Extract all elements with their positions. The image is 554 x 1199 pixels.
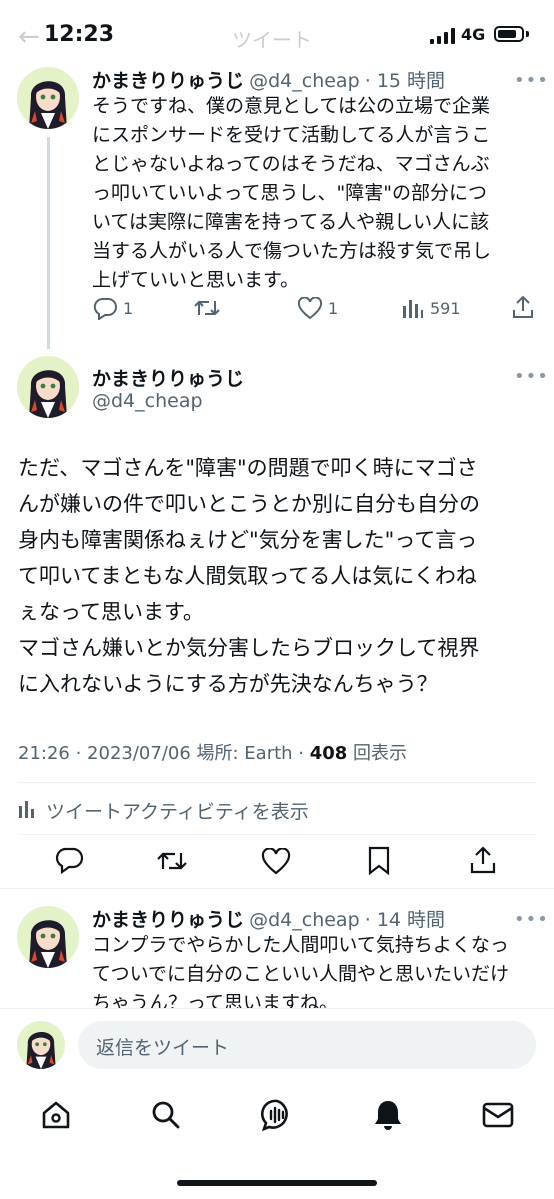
tweet-activity-link[interactable]: ツイートアクティビティを表示 bbox=[46, 797, 309, 824]
battery-tip bbox=[526, 31, 529, 37]
search-icon[interactable] bbox=[150, 1099, 182, 1131]
more-icon[interactable]: ••• bbox=[514, 70, 549, 91]
thread-line bbox=[47, 137, 50, 349]
messages-icon[interactable] bbox=[481, 1101, 515, 1129]
views-count: 591 bbox=[430, 299, 461, 318]
signal-icon bbox=[430, 28, 455, 44]
views-icon[interactable] bbox=[402, 298, 424, 318]
avatar[interactable] bbox=[17, 67, 79, 129]
divider bbox=[18, 834, 536, 835]
display-name[interactable]: かまきりりゅうじ bbox=[92, 364, 244, 391]
reply-tweet-header: かまきりりゅうじ @d4_cheap · 14 時間 bbox=[92, 905, 445, 932]
tweet-meta: 21:26 · 2023/07/06 場所: Earth · 408 回表示 bbox=[18, 739, 407, 765]
views-count: 408 bbox=[309, 743, 348, 764]
battery-icon bbox=[494, 26, 524, 42]
divider bbox=[18, 782, 536, 783]
avatar bbox=[17, 1021, 65, 1069]
like-icon[interactable] bbox=[261, 848, 291, 876]
more-icon[interactable]: ••• bbox=[514, 909, 549, 930]
home-indicator bbox=[177, 1180, 377, 1186]
reply-count: 1 bbox=[123, 299, 134, 318]
views-label: 回表示 bbox=[347, 743, 408, 764]
like-icon[interactable] bbox=[297, 297, 323, 321]
divider bbox=[0, 888, 554, 889]
user-handle[interactable]: @d4_cheap bbox=[249, 70, 360, 92]
spaces-icon[interactable] bbox=[260, 1098, 294, 1132]
share-icon[interactable] bbox=[512, 295, 534, 319]
user-handle[interactable]: @d4_cheap bbox=[92, 390, 203, 412]
back-arrow-icon[interactable]: ← bbox=[18, 22, 40, 52]
status-time: 12:23 bbox=[44, 22, 115, 47]
header-title: ツイート bbox=[232, 28, 312, 52]
retweet-icon[interactable] bbox=[156, 848, 188, 874]
parent-tweet-text: そうですね、僕の意見としては公の立場で企業 にスポンサードを受けて活動してる人が… bbox=[92, 95, 492, 291]
main-tweet-text: ただ、マゴさんを"障害"の問題で叩く時にマゴさ んが嫌いの件で叩いとこうとか別に… bbox=[18, 456, 480, 696]
notifications-icon[interactable] bbox=[372, 1098, 404, 1132]
bookmark-icon[interactable] bbox=[367, 846, 391, 876]
reply-placeholder: 返信をツイート bbox=[96, 1037, 230, 1059]
display-name[interactable]: かまきりりゅうじ bbox=[92, 70, 244, 92]
like-count: 1 bbox=[328, 299, 339, 318]
more-icon[interactable]: ••• bbox=[514, 366, 549, 387]
user-handle[interactable]: @d4_cheap bbox=[249, 909, 360, 931]
reply-icon[interactable] bbox=[54, 846, 84, 874]
display-name[interactable]: かまきりりゅうじ bbox=[92, 909, 244, 931]
home-icon[interactable] bbox=[40, 1099, 72, 1131]
avatar[interactable] bbox=[17, 906, 79, 968]
parent-tweet-header: かまきりりゅうじ @d4_cheap · 15 時間 bbox=[92, 66, 445, 93]
share-icon[interactable] bbox=[470, 845, 496, 875]
tweet-timestamp: 21:26 · 2023/07/06 場所: Earth · bbox=[18, 743, 310, 764]
network-label: 4G bbox=[461, 25, 486, 44]
tweet-time: · 14 時間 bbox=[364, 909, 446, 931]
retweet-icon[interactable] bbox=[193, 297, 221, 319]
avatar[interactable] bbox=[17, 356, 79, 418]
reply-icon[interactable] bbox=[92, 296, 118, 320]
reply-tweet-text: コンプラでやらかした人間叩いて気持ちよくなっ てついでに自分のこといい人間やと思… bbox=[92, 934, 510, 1014]
analytics-icon bbox=[19, 801, 34, 818]
tweet-time: · 15 時間 bbox=[364, 70, 446, 92]
